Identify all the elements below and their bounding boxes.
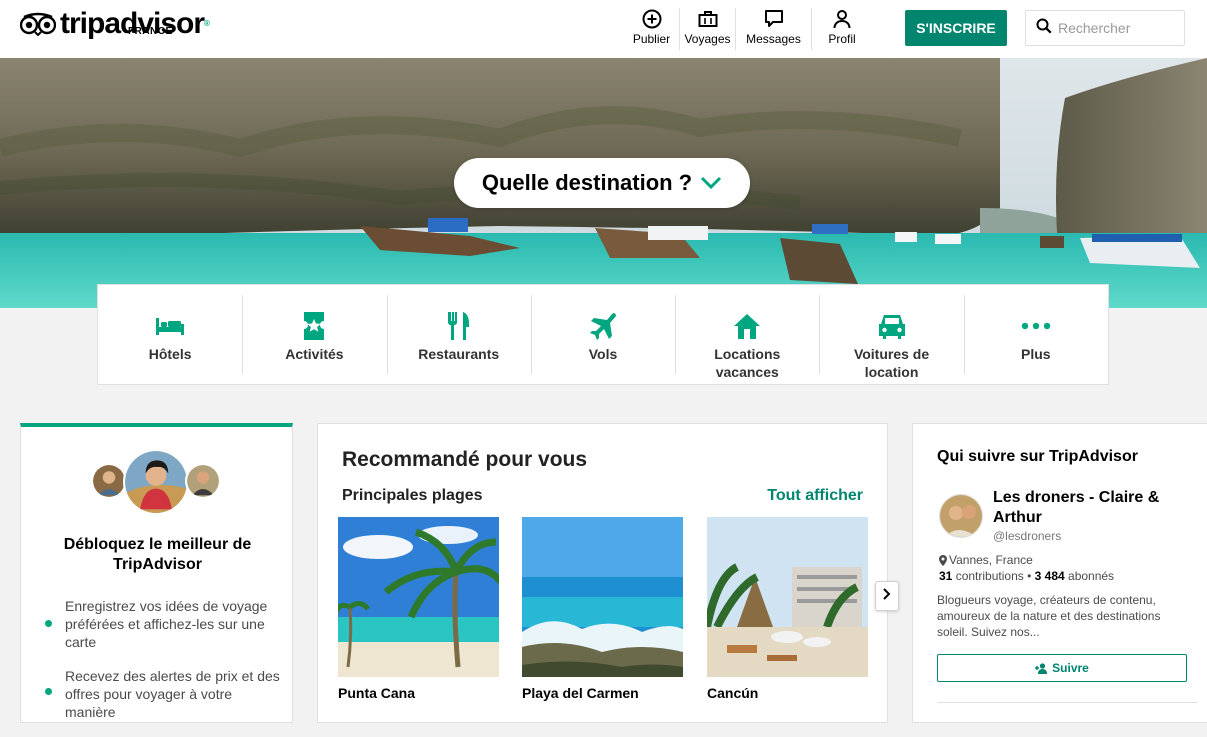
chevron-right-icon [882,587,892,606]
category-bar: Hôtels Activités Restaurants Vols Locati… [97,284,1109,385]
beach-card-playa-del-carmen[interactable]: Playa del Carmen [522,517,683,701]
main-nav: Publier Voyages Messages Profil [624,8,872,50]
house-icon [733,311,761,341]
who-to-follow-title: Qui suivre sur TripAdvisor [937,448,1138,465]
profile-handle: @lesdroners [993,529,1062,543]
beach-photo [522,517,683,677]
profile-location-text: Vannes, France [949,553,1033,567]
suitcase-icon [697,8,719,30]
profile-location: Vannes, France [939,553,1033,567]
contributions-count: 31 [939,569,953,583]
category-vacation-rentals[interactable]: Locations vacances [675,285,819,384]
category-more[interactable]: Plus [963,285,1108,384]
category-hotels-label: Hôtels [148,346,192,362]
beach-photo [338,517,499,677]
chevron-down-icon [700,176,722,190]
nav-trips[interactable]: Voyages [680,8,736,50]
destination-selector[interactable]: Quelle destination ? [454,158,750,208]
bed-icon [155,311,185,341]
car-icon [877,311,907,341]
follow-button[interactable]: Suivre [937,654,1187,682]
registered-mark: ® [204,19,210,28]
category-flights-label: Vols [588,346,618,362]
benefits-list: Enregistrez vos idées de voyage préférée… [41,597,281,737]
carousel-next-button[interactable] [875,581,899,611]
signup-button[interactable]: S'INSCRIRE [905,10,1007,46]
category-vacation-rentals-label: Locations vacances [714,346,781,380]
category-hotels[interactable]: Hôtels [98,285,242,384]
avatar [123,449,189,515]
nav-messages[interactable]: Messages [736,8,812,50]
nav-messages-label: Messages [746,32,801,46]
user-icon [831,8,853,30]
recommended-card: Recommandé pour vous Principales plages … [317,423,899,723]
category-restaurants[interactable]: Restaurants [386,285,531,384]
profile-name[interactable]: Les droners - Claire & Arthur [993,488,1183,528]
more-icon [1021,311,1051,341]
category-car-rentals[interactable]: Voitures de location [819,285,963,384]
category-flights[interactable]: Vols [530,285,675,384]
search-icon [1036,18,1052,39]
who-to-follow-card: Qui suivre sur TripAdvisor Les droners -… [912,423,1207,723]
divider [937,702,1197,703]
unlock-card: Débloquez le meilleur de TripAdvisor Enr… [20,423,293,723]
benefit-item: Enregistrez vos idées de voyage préférée… [41,597,281,651]
avatar-group [91,449,231,519]
plus-circle-icon [641,8,663,30]
category-activities[interactable]: Activités [242,285,386,384]
avatar [91,463,127,499]
category-car-rentals-label: Voitures de location [853,346,930,380]
beach-card-punta-cana[interactable]: Punta Cana [338,517,499,701]
owl-logo-icon [20,12,56,36]
recommended-subtitle: Principales plages [342,487,483,504]
contributions-label: contributions [955,569,1024,583]
nav-profile-label: Profil [828,32,856,46]
beach-name: Punta Cana [338,685,416,701]
stats-separator: • [1027,569,1032,583]
logo-country: FRANCE [128,26,173,37]
fork-knife-icon [446,311,472,341]
tripadvisor-logo[interactable]: tripadvisor® [20,9,210,39]
beach-photo [707,517,868,677]
search-box[interactable] [1025,10,1185,46]
nav-trips-label: Voyages [684,32,731,46]
nav-profile[interactable]: Profil [812,8,872,50]
beach-name: Cancún [707,685,759,701]
category-more-label: Plus [1021,346,1051,362]
avatar[interactable] [939,494,983,538]
ticket-icon [302,311,327,341]
nav-publish-label: Publier [632,32,671,46]
top-header: tripadvisor® FRANCE Publier Voyages Mess… [0,0,1207,58]
category-restaurants-label: Restaurants [418,346,500,362]
followers-count: 3 484 [1034,569,1065,583]
search-input[interactable] [1058,20,1178,36]
category-activities-label: Activités [285,346,344,362]
unlock-title: Débloquez le meilleur de TripAdvisor [63,536,252,573]
destination-prompt: Quelle destination ? [481,170,693,195]
beach-card-cancun[interactable]: Cancún [707,517,868,701]
nav-publish[interactable]: Publier [624,8,680,50]
message-icon [763,8,785,30]
see-all-link[interactable]: Tout afficher [767,487,863,505]
hero-banner: Quelle destination ? [0,58,1207,308]
avatar [185,463,221,499]
profile-bio: Blogueurs voyage, créateurs de contenu, … [937,593,1161,639]
follow-button-label: Suivre [1052,661,1089,675]
followers-label: abonnés [1068,569,1115,583]
location-pin-icon [939,554,947,566]
benefit-item: Recevez des alertes de prix et des offre… [41,667,281,721]
add-user-icon [1035,662,1048,674]
plane-icon [588,311,618,341]
recommended-title: Recommandé pour vous [342,448,588,471]
beach-name: Playa del Carmen [522,685,639,701]
profile-stats: 31 contributions • 3 484 abonnés [939,569,1114,583]
